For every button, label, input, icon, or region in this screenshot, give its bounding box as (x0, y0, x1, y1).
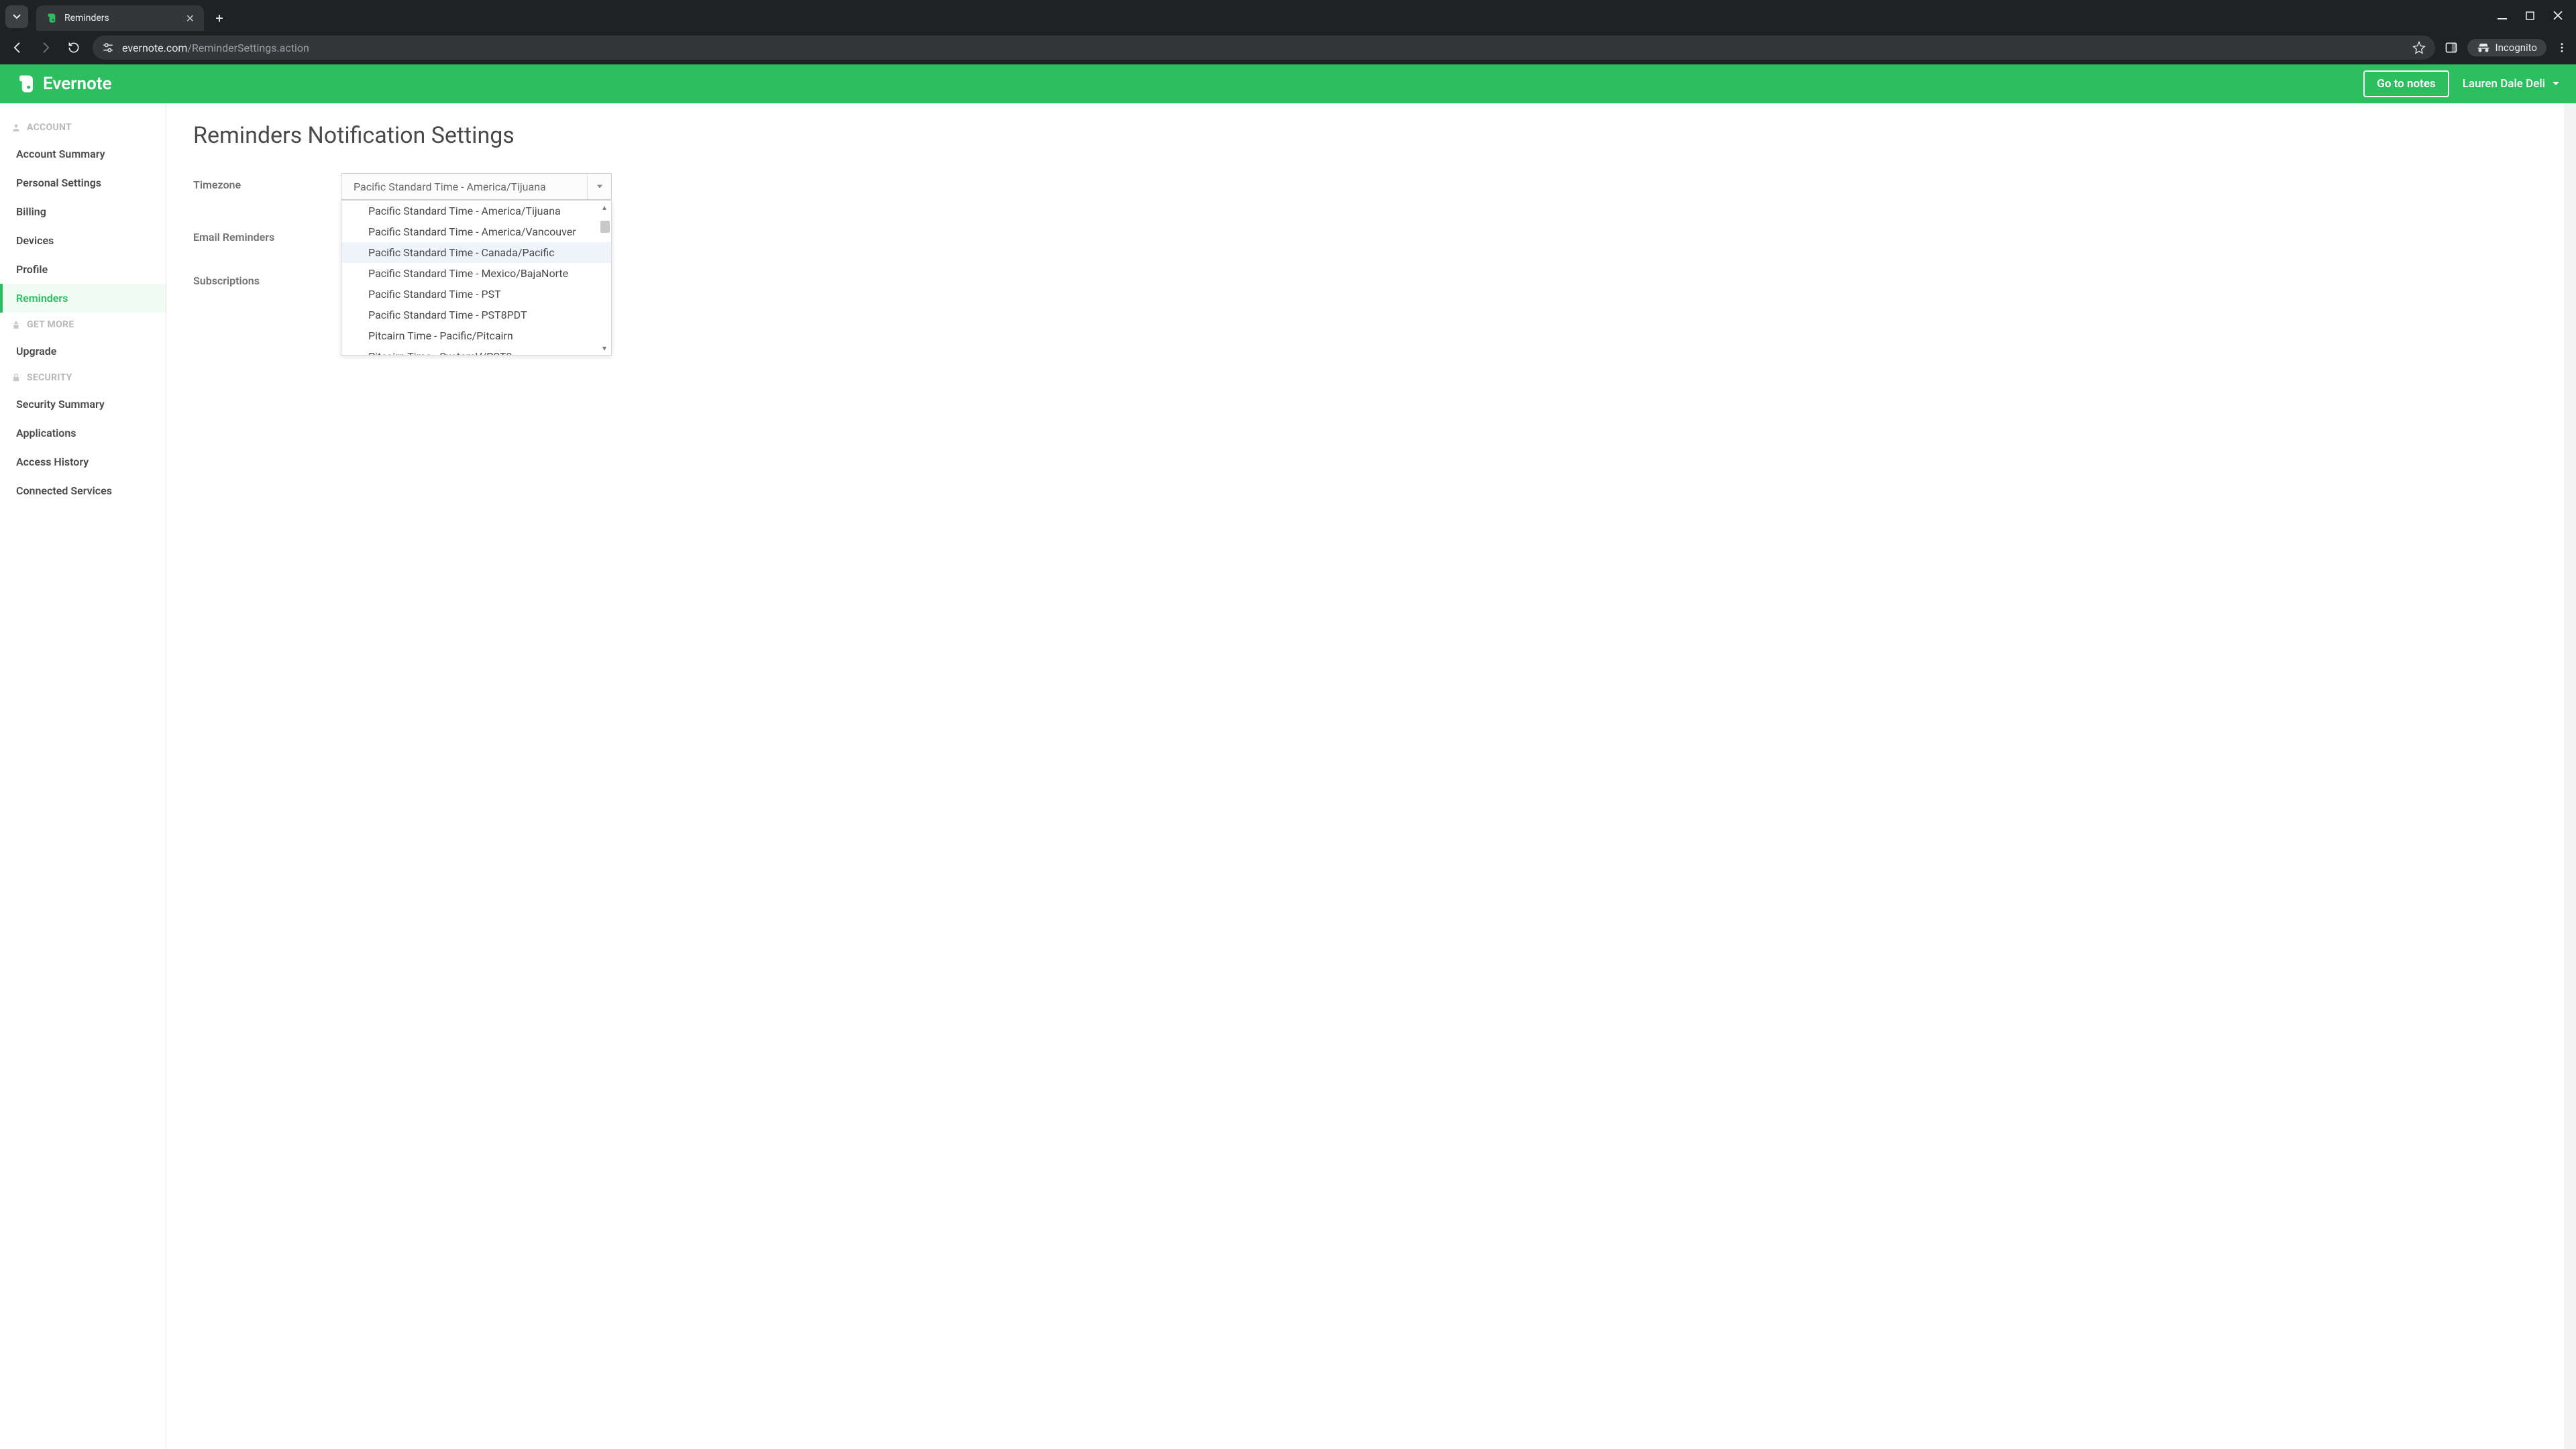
sidebar-item-connected-services[interactable]: Connected Services (0, 476, 166, 505)
arrow-left-icon (11, 41, 24, 54)
row-timezone: Timezone Pacific Standard Time - America… (193, 173, 2549, 200)
close-window-button[interactable] (2553, 11, 2563, 20)
user-name: Lauren Dale Deli (2463, 77, 2545, 91)
tab-close-button[interactable]: ✕ (186, 12, 195, 25)
timezone-option[interactable]: Pacific Standard Time - America/Tijuana (341, 201, 611, 221)
evernote-favicon-icon (46, 12, 58, 24)
new-tab-button[interactable]: + (209, 8, 229, 28)
tab-strip: Reminders ✕ + (0, 0, 2576, 31)
timezone-option[interactable]: Pacific Standard Time - Mexico/BajaNorte (341, 263, 611, 284)
incognito-label: Incognito (2496, 42, 2537, 54)
reload-icon (67, 41, 80, 54)
triangle-down-icon (596, 183, 603, 190)
side-panel-button[interactable] (2445, 41, 2458, 54)
combo-scroll-up[interactable]: ▴ (599, 202, 610, 213)
address-bar[interactable]: evernote.com/ReminderSettings.action (93, 36, 2435, 60)
browser-chrome: Reminders ✕ + e (0, 0, 2576, 64)
star-icon (2412, 41, 2426, 54)
timezone-option[interactable]: Pitcairn Time - Pacific/Pitcairn (341, 325, 611, 346)
sidebar-section-security: SECURITY (0, 366, 166, 390)
arrow-right-icon (39, 41, 52, 54)
timezone-option[interactable]: Pitcairn Time - SystemV/PST8 (341, 346, 611, 356)
tab-search-button[interactable] (5, 5, 28, 28)
combo-scroll-down[interactable]: ▾ (599, 343, 610, 354)
sidebar-item-billing[interactable]: Billing (0, 197, 166, 226)
timezone-option[interactable]: Pacific Standard Time - PST8PDT (341, 305, 611, 325)
caret-down-icon (2552, 80, 2560, 88)
browser-tab[interactable]: Reminders ✕ (36, 5, 204, 31)
forward-button[interactable] (36, 38, 55, 57)
combo-display[interactable]: Pacific Standard Time - America/Tijuana (341, 173, 612, 200)
user-icon (11, 122, 21, 133)
label-timezone: Timezone (193, 173, 341, 191)
sidebar-item-reminders[interactable]: Reminders (0, 284, 166, 313)
sidebar-section-getmore: GET MORE (0, 313, 166, 337)
back-button[interactable] (8, 38, 27, 57)
tab-title: Reminders (64, 13, 109, 23)
sidebar: ACCOUNT Account SummaryPersonal Settings… (0, 103, 166, 1449)
app-header: Evernote Go to notes Lauren Dale Deli (0, 64, 2576, 103)
page-title: Reminders Notification Settings (193, 122, 2549, 149)
minimize-button[interactable] (2498, 11, 2507, 20)
user-menu[interactable]: Lauren Dale Deli (2463, 77, 2560, 91)
timezone-select[interactable]: Pacific Standard Time - America/Tijuana … (341, 173, 612, 200)
label-subscriptions: Subscriptions (193, 269, 341, 287)
sidebar-item-access-history[interactable]: Access History (0, 447, 166, 476)
evernote-logo-icon (16, 74, 36, 94)
kebab-icon (2556, 42, 2568, 54)
reload-button[interactable] (64, 38, 83, 57)
chevron-down-icon (13, 13, 21, 21)
panel-icon (2445, 41, 2458, 54)
brand-logo[interactable]: Evernote (16, 74, 112, 94)
label-email-reminders: Email Reminders (193, 225, 341, 244)
brand-name: Evernote (43, 74, 112, 94)
lock-icon (11, 372, 21, 383)
combo-scrollbar-thumb[interactable] (600, 221, 610, 233)
combo-toggle[interactable] (587, 174, 611, 199)
browser-menu-button[interactable] (2556, 42, 2568, 54)
timezone-option[interactable]: Pacific Standard Time - Canada/Pacific (341, 242, 611, 263)
sidebar-item-account-summary[interactable]: Account Summary (0, 140, 166, 168)
sidebar-item-devices[interactable]: Devices (0, 226, 166, 255)
sidebar-item-upgrade[interactable]: Upgrade (0, 337, 166, 366)
timezone-option[interactable]: Pacific Standard Time - America/Vancouve… (341, 221, 611, 242)
sidebar-item-applications[interactable]: Applications (0, 419, 166, 447)
sidebar-section-account: ACCOUNT (0, 115, 166, 140)
incognito-icon (2477, 43, 2490, 52)
url-text: evernote.com/ReminderSettings.action (122, 42, 309, 54)
go-to-notes-button[interactable]: Go to notes (2363, 70, 2449, 97)
incognito-indicator[interactable]: Incognito (2467, 39, 2546, 56)
combo-panel: ▴ Pacific Standard Time - America/Tijuan… (341, 200, 612, 356)
sidebar-item-personal-settings[interactable]: Personal Settings (0, 168, 166, 197)
maximize-button[interactable] (2526, 11, 2534, 20)
app-body: ACCOUNT Account SummaryPersonal Settings… (0, 103, 2576, 1449)
timezone-option[interactable]: Pacific Standard Time - PST (341, 284, 611, 305)
site-settings-icon[interactable] (102, 42, 114, 54)
sidebar-item-profile[interactable]: Profile (0, 255, 166, 284)
window-controls (2498, 0, 2576, 31)
page-scrollbar[interactable] (2564, 103, 2576, 1449)
toolbar: evernote.com/ReminderSettings.action Inc… (0, 31, 2576, 64)
bookmark-button[interactable] (2412, 41, 2426, 54)
upgrade-icon (11, 319, 21, 330)
content: Reminders Notification Settings Timezone… (166, 103, 2576, 1449)
combo-value: Pacific Standard Time - America/Tijuana (354, 180, 546, 193)
sidebar-item-security-summary[interactable]: Security Summary (0, 390, 166, 419)
